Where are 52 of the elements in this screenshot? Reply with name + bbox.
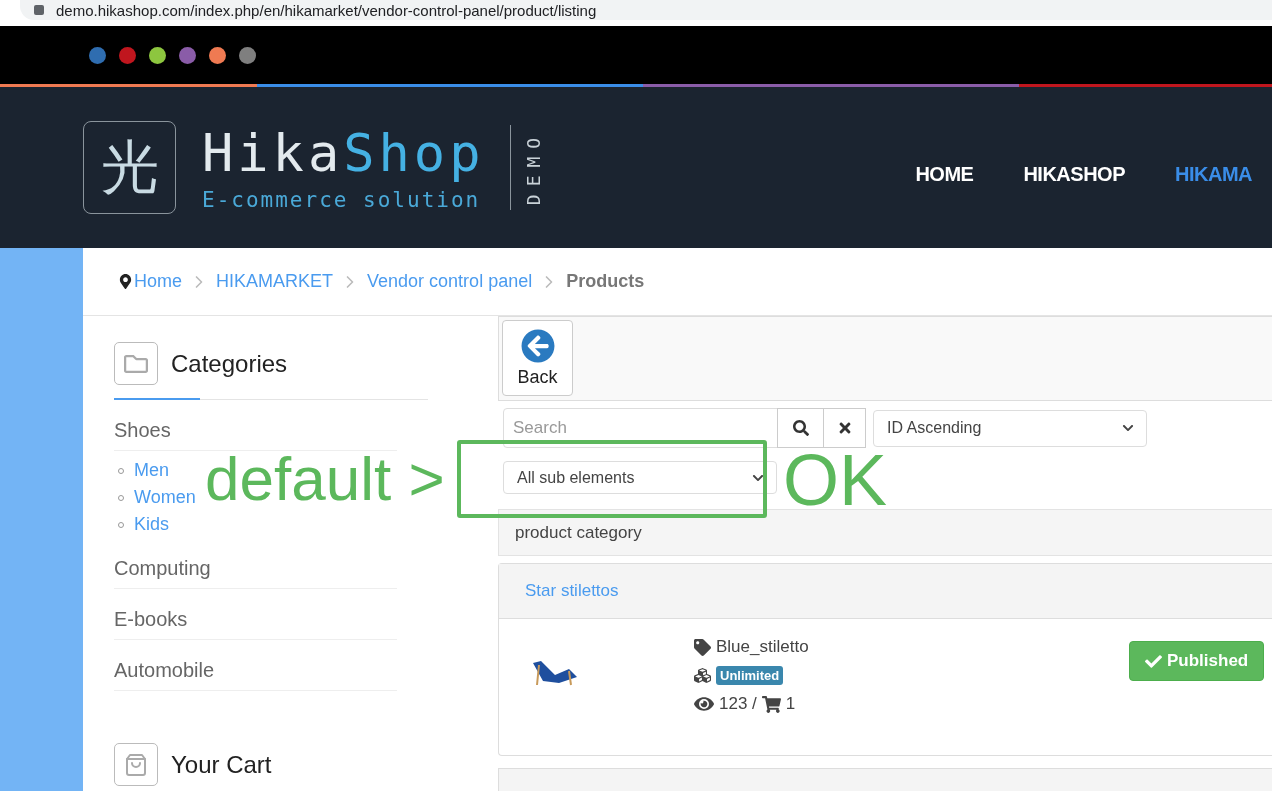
subcategory-link[interactable]: Kids [134, 514, 169, 535]
cart-icon [761, 694, 781, 714]
demo-label: DEMO [523, 129, 544, 206]
breadcrumb-link[interactable]: HIKAMARKET [216, 271, 334, 292]
logo-mark: 光 [83, 121, 176, 214]
view-count: 123 / [719, 694, 757, 714]
breadcrumb-link[interactable]: Home [134, 271, 182, 292]
subcategory-link[interactable]: Men [134, 460, 169, 481]
address-bar[interactable]: demo.hikashop.com/index.php/en/hikamarket/vendor-control-panel/product/listing [20, 0, 1272, 20]
shopping-bag-icon [114, 743, 158, 786]
eye-icon [694, 694, 714, 714]
logo-tagline: E-commerce solution [202, 187, 482, 212]
category-link[interactable]: Automobile [114, 640, 397, 691]
cubes-icon [694, 667, 711, 684]
breadcrumb-current: Products [566, 271, 645, 292]
clear-button[interactable] [823, 408, 866, 448]
check-icon [1145, 652, 1162, 670]
categories-heading: Categories [171, 349, 288, 378]
stock-badge: Unlimited [716, 666, 784, 685]
arrow-left-icon [520, 328, 555, 363]
cart-count: 1 [785, 694, 796, 714]
annotation-text: OK [783, 444, 888, 516]
map-pin-icon [118, 274, 133, 289]
theme-dot[interactable] [89, 46, 106, 64]
theme-dot[interactable] [119, 46, 136, 64]
annotation-text: default > [205, 448, 445, 510]
theme-dot[interactable] [179, 46, 196, 64]
category-link[interactable]: Shoes [114, 400, 397, 451]
lock-icon [34, 5, 44, 15]
theme-dot[interactable] [149, 46, 166, 64]
cart-heading: Your Cart [171, 750, 272, 779]
product-name: Blue_stiletto [716, 637, 809, 657]
tag-icon [694, 638, 711, 656]
theme-dot[interactable] [209, 46, 226, 64]
search-button[interactable] [777, 408, 824, 448]
sort-select[interactable]: ID Ascending [873, 409, 1147, 447]
chevron-down-icon [1122, 422, 1134, 434]
category-label: product category [515, 522, 642, 543]
nav-link[interactable]: HOME [915, 163, 974, 186]
nav-link[interactable]: HIKASHOP [1023, 163, 1125, 186]
folder-icon [114, 342, 158, 385]
back-button[interactable]: Back [502, 320, 573, 396]
theme-dot[interactable] [239, 46, 256, 64]
logo-name: Hika Shop [202, 123, 485, 182]
nav-link[interactable]: HIKAMA [1175, 163, 1252, 186]
breadcrumb-link[interactable]: Vendor control panel [367, 271, 533, 292]
depth-select[interactable]: All sub elements [503, 461, 777, 494]
category-link[interactable]: Computing [114, 538, 397, 589]
search-field[interactable]: Search [503, 408, 778, 448]
category-link[interactable]: E-books [114, 589, 397, 640]
search-icon [792, 420, 809, 436]
subcategory-link[interactable]: Women [134, 487, 196, 508]
